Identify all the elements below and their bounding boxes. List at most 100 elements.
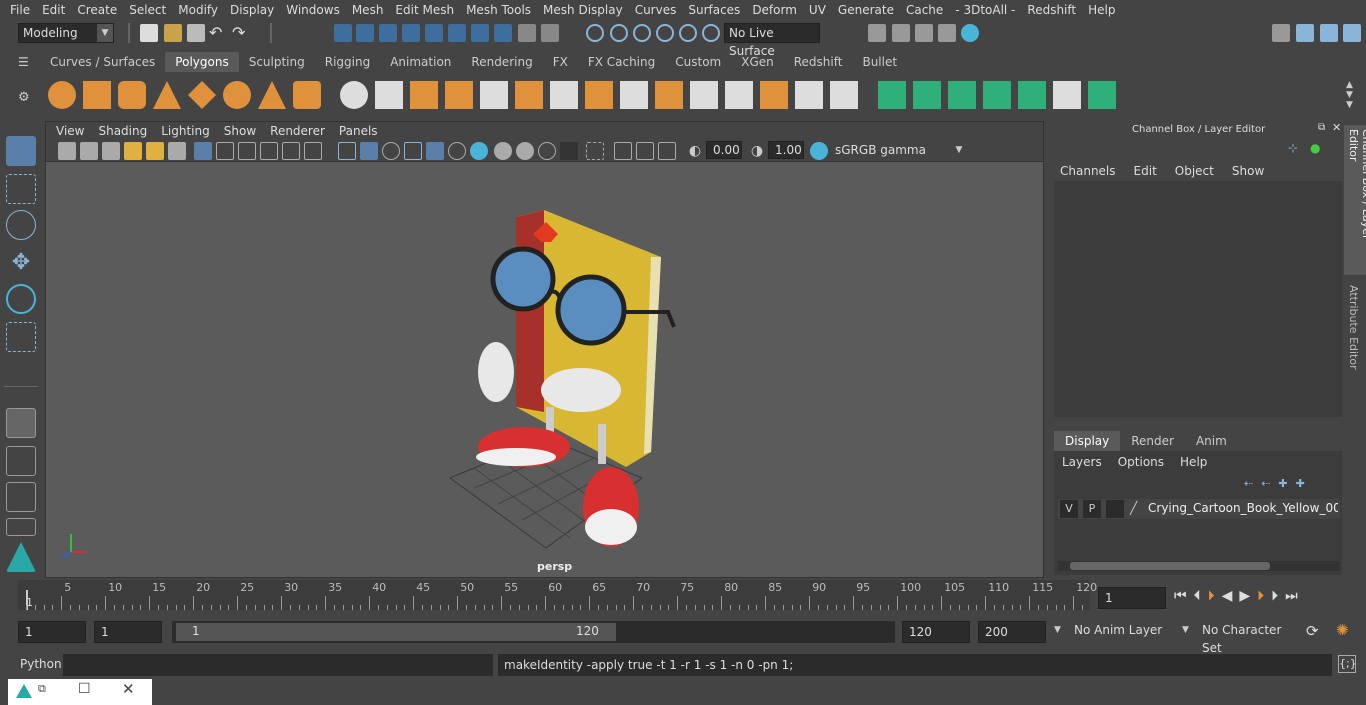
poly-cube-icon[interactable] xyxy=(83,81,111,109)
hypershade-icon[interactable] xyxy=(961,24,979,42)
poly-sphere-icon[interactable] xyxy=(48,81,76,109)
poly-cylinder-icon[interactable] xyxy=(118,81,146,109)
layer-tab-anim[interactable]: Anim xyxy=(1185,431,1238,451)
menu-help[interactable]: Help xyxy=(1082,0,1121,20)
bridge-icon[interactable] xyxy=(515,81,543,109)
rotate-tool-icon[interactable] xyxy=(6,284,36,314)
camera-attributes-icon[interactable] xyxy=(80,142,98,160)
snap-view-icon[interactable] xyxy=(471,24,489,42)
auto-key-icon[interactable]: ✺ xyxy=(1336,621,1349,639)
menu-create[interactable]: Create xyxy=(71,0,123,20)
open-scene-icon[interactable] xyxy=(164,24,182,42)
unfold-icon[interactable] xyxy=(1018,81,1046,109)
step-back-icon[interactable]: ⏴ xyxy=(1194,588,1201,604)
layer-tab-display[interactable]: Display xyxy=(1054,431,1121,451)
checker-icon[interactable] xyxy=(1053,81,1081,109)
uv-editor-icon[interactable] xyxy=(1088,81,1116,109)
go-to-end-icon[interactable]: ⏭ xyxy=(1285,588,1298,604)
film-gate-icon[interactable] xyxy=(216,142,234,160)
snap-grid-icon[interactable] xyxy=(402,24,420,42)
colorspace-dropdown[interactable]: sGRGB gamma ▼ xyxy=(830,141,968,159)
fill-hole-icon[interactable] xyxy=(655,81,683,109)
paint-select-icon[interactable] xyxy=(6,210,36,240)
viewport-menu-renderer[interactable]: Renderer xyxy=(263,124,332,138)
multi-cut-icon[interactable] xyxy=(550,81,578,109)
bookmark-icon[interactable] xyxy=(102,142,120,160)
maximize-icon[interactable]: ☐ xyxy=(78,681,91,697)
tab-channel-box[interactable]: Channel Box / Layer Editor xyxy=(1344,125,1366,275)
xray-components-icon[interactable] xyxy=(658,142,676,160)
layer-visibility-toggle[interactable]: V xyxy=(1060,500,1078,518)
isolate-select-icon[interactable] xyxy=(586,142,604,160)
time-slider[interactable]: 1 5 10 15 20 25 30 35 40 45 50 55 60 65 70 75 80 85 90 95 1… xyxy=(18,580,1097,610)
menu-curves[interactable]: Curves xyxy=(629,0,683,20)
range-slider[interactable]: 1 120 xyxy=(172,621,895,643)
insert-edge-loop-icon[interactable] xyxy=(690,81,718,109)
tab-rendering[interactable]: Rendering xyxy=(461,52,542,72)
tab-animation[interactable]: Animation xyxy=(380,52,461,72)
target-weld-icon[interactable] xyxy=(795,81,823,109)
menu-3dtoall[interactable]: - 3DtoAll - xyxy=(949,0,1021,20)
layer-tab-render[interactable]: Render xyxy=(1120,431,1185,451)
layer-menu-options[interactable]: Options xyxy=(1118,455,1164,469)
go-to-start-icon[interactable]: ⏮ xyxy=(1174,588,1187,604)
channelbox-menu-object[interactable]: Object xyxy=(1175,164,1214,178)
tab-redshift[interactable]: Redshift xyxy=(784,52,853,72)
combine-icon[interactable] xyxy=(340,81,368,109)
lock-icon[interactable] xyxy=(518,24,536,42)
step-back-key-icon[interactable]: ⏵ xyxy=(1208,588,1215,604)
modeling-toolkit-icon[interactable] xyxy=(1296,24,1314,42)
cylindrical-mapping-icon[interactable] xyxy=(913,81,941,109)
menu-modify[interactable]: Modify xyxy=(172,0,224,20)
image-plane-icon[interactable] xyxy=(124,142,142,160)
smooth-icon[interactable] xyxy=(445,81,473,109)
channelbox-menu-edit[interactable]: Edit xyxy=(1134,164,1157,178)
layer-name[interactable]: Crying_Cartoon_Book_Yellow_001_lay xyxy=(1148,501,1338,515)
scale-tool-icon[interactable] xyxy=(6,322,36,352)
channel-list[interactable] xyxy=(1054,181,1342,417)
render-icon[interactable] xyxy=(892,24,910,42)
snap-curve-icon[interactable] xyxy=(425,24,443,42)
play-forward-icon[interactable]: ▶ xyxy=(1239,588,1250,604)
scrollbar-thumb[interactable] xyxy=(1070,562,1270,570)
bevel-icon[interactable] xyxy=(480,81,508,109)
script-editor-icon[interactable]: {;} xyxy=(1338,655,1357,673)
append-polygon-icon[interactable] xyxy=(620,81,648,109)
xray-joints-icon[interactable] xyxy=(636,142,654,160)
anim-layer-dropdown[interactable]: ▼ No Anim Layer xyxy=(1050,621,1176,643)
poly-pipe-icon[interactable] xyxy=(293,81,321,109)
command-language[interactable]: Python xyxy=(20,657,62,671)
smooth-shade-icon[interactable] xyxy=(360,142,378,160)
tab-attribute-editor[interactable]: Attribute Editor xyxy=(1344,281,1366,381)
menu-windows[interactable]: Windows xyxy=(280,0,346,20)
layer-menu-help[interactable]: Help xyxy=(1180,455,1207,469)
grid-icon[interactable] xyxy=(194,142,212,160)
play-backward-icon[interactable]: ◀ xyxy=(1222,588,1233,604)
layer-row[interactable]: V P ╱ Crying_Cartoon_Book_Yellow_001_lay xyxy=(1058,499,1340,519)
planar-mapping-icon[interactable] xyxy=(878,81,906,109)
make-live-icon[interactable] xyxy=(702,24,720,42)
render-view-icon[interactable] xyxy=(868,24,886,42)
live-surface-field[interactable]: No Live Surface xyxy=(724,23,820,58)
shelf-menu-icon[interactable]: ☰ xyxy=(18,55,34,71)
undo-icon[interactable]: ↶ xyxy=(209,24,227,42)
screen-space-ao-icon[interactable] xyxy=(494,142,512,160)
textured-icon[interactable] xyxy=(426,142,444,160)
menu-redshift[interactable]: Redshift xyxy=(1021,0,1082,20)
viewport-menu-view[interactable]: View xyxy=(49,124,91,138)
reflection-icon[interactable] xyxy=(633,24,651,42)
gamma-field[interactable]: 1.00 xyxy=(768,141,804,159)
menu-deform[interactable]: Deform xyxy=(746,0,803,20)
color-management-icon[interactable] xyxy=(810,142,828,160)
workspace-icon[interactable] xyxy=(1272,24,1290,42)
poly-plane-icon[interactable] xyxy=(188,81,216,109)
menu-edit-mesh[interactable]: Edit Mesh xyxy=(389,0,460,20)
close-icon[interactable]: ✕ xyxy=(1332,121,1341,134)
viewport-menu-panels[interactable]: Panels xyxy=(332,124,385,138)
menu-generate[interactable]: Generate xyxy=(832,0,900,20)
menu-uv[interactable]: UV xyxy=(803,0,832,20)
last-tool-icon[interactable] xyxy=(6,408,36,438)
select-by-component-icon[interactable] xyxy=(379,24,397,42)
tab-sculpting[interactable]: Sculpting xyxy=(239,52,315,72)
automatic-mapping-icon[interactable] xyxy=(983,81,1011,109)
